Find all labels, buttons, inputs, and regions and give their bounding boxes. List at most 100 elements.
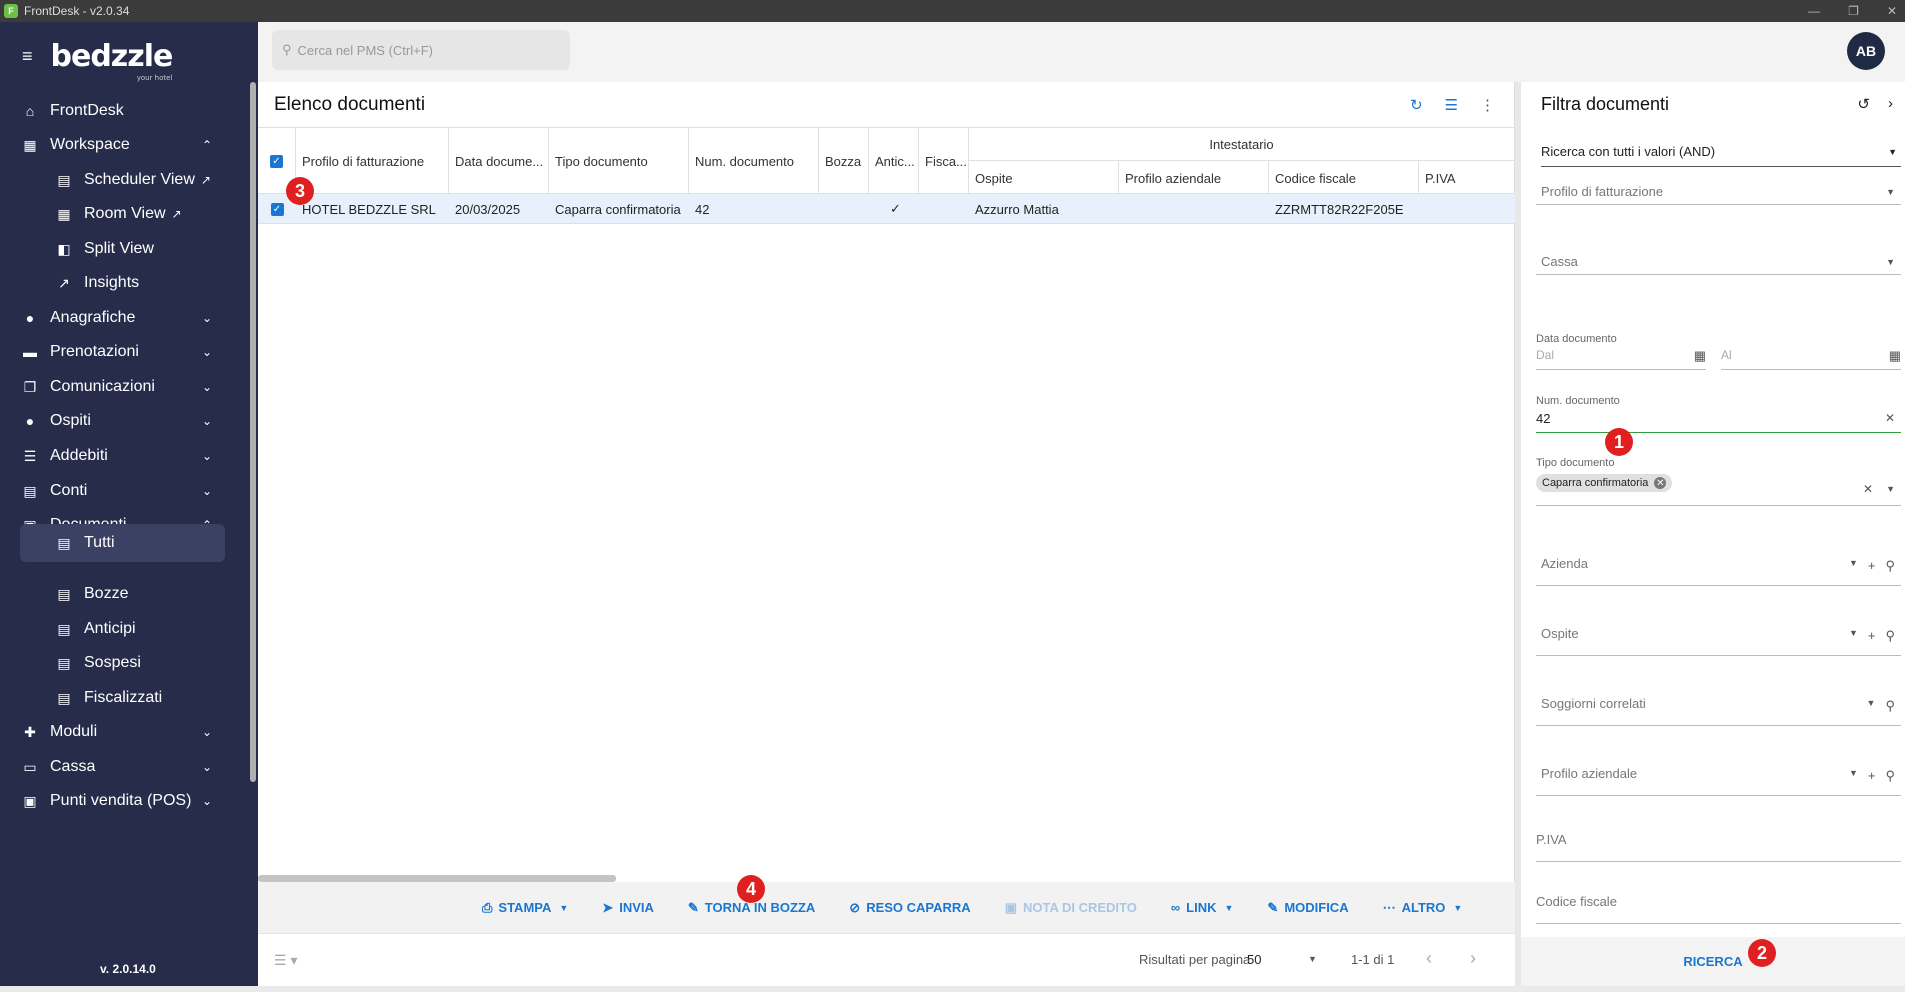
sidebar-item-prenotazioni[interactable]: ▬ Prenotazioni ⌄ — [0, 333, 250, 371]
sidebar-item-cassa[interactable]: ▭ Cassa ⌄ — [0, 748, 250, 786]
col-piva[interactable]: P.IVA — [1419, 161, 1515, 195]
caret-down-icon[interactable]: ▼ — [1867, 698, 1876, 714]
sidebar-item-fiscalizzati[interactable]: ▤ Fiscalizzati — [0, 679, 250, 717]
filter-mode-select[interactable]: Ricerca con tutti i valori (AND) ▼ — [1541, 137, 1901, 167]
clear-icon[interactable]: ✕ — [1885, 411, 1895, 425]
table-row[interactable]: ✓ HOTEL BEDZZLE SRL 20/03/2025 Caparra c… — [258, 194, 1515, 224]
sidebar-item-split-view[interactable]: ◧ Split View — [0, 230, 250, 268]
menu-icon[interactable]: ≡ — [22, 46, 33, 67]
horizontal-scrollbar[interactable] — [258, 875, 616, 882]
external-link-icon: ↗ — [200, 173, 211, 187]
al-field[interactable]: Al ▦ — [1721, 348, 1901, 370]
tipo-documento-field[interactable]: Caparra confirmatoria ✕ ✕ ▼ — [1536, 474, 1901, 506]
sidebar-item-room-view[interactable]: ▦ Room View ↗ — [0, 195, 250, 233]
list-view-icon[interactable]: ☰ ▾ — [274, 952, 297, 969]
dal-field[interactable]: Dal ▦ — [1536, 348, 1706, 370]
sidebar-item-comunicazioni[interactable]: ❐ Comunicazioni ⌄ — [0, 368, 250, 406]
col-profilo[interactable]: Profilo di fatturazione — [296, 128, 449, 195]
search-icon[interactable]: ⚲ — [1885, 698, 1895, 714]
altro-button[interactable]: ⋯ ALTRO ▼ — [1383, 900, 1463, 916]
col-profilo-aziendale[interactable]: Profilo aziendale — [1119, 161, 1269, 195]
refresh-icon[interactable]: ↻ — [1410, 96, 1423, 114]
add-icon[interactable]: + — [1868, 628, 1876, 644]
col-bozza[interactable]: Bozza — [819, 128, 869, 195]
sidebar-item-anagrafiche[interactable]: ● Anagrafiche ⌄ — [0, 299, 250, 337]
chip-caparra[interactable]: Caparra confirmatoria ✕ — [1536, 474, 1673, 492]
sidebar-item-addebiti[interactable]: ☰ Addebiti ⌄ — [0, 437, 250, 475]
ricerca-button[interactable]: RICERCA — [1683, 954, 1742, 969]
ospite-field[interactable]: Ospite ▼ + ⚲ — [1536, 626, 1901, 656]
azienda-field[interactable]: Azienda ▼ + ⚲ — [1536, 556, 1901, 586]
close-icon[interactable]: ✕ — [1887, 4, 1897, 18]
piva-field[interactable]: P.IVA — [1536, 832, 1901, 862]
dashboard-icon: ▦ — [23, 136, 37, 153]
sidebar-item-insights[interactable]: ↗ Insights — [0, 264, 250, 302]
sidebar-item-ospiti[interactable]: ● Ospiti ⌄ — [0, 402, 250, 440]
codice-fiscale-field[interactable]: Codice fiscale — [1536, 894, 1901, 924]
sidebar-item-pos[interactable]: ▣ Punti vendita (POS) ⌄ — [0, 782, 250, 820]
more-vert-icon[interactable]: ⋮ — [1480, 96, 1495, 114]
sidebar-item-moduli[interactable]: ✚ Moduli ⌄ — [0, 713, 250, 751]
col-num[interactable]: Num. documento — [689, 128, 819, 195]
reso-caparra-button[interactable]: ⊘ RESO CAPARRA — [849, 900, 970, 916]
next-page-icon[interactable]: › — [1470, 948, 1476, 969]
filter-icon[interactable]: ☰ — [1445, 96, 1458, 114]
soggiorni-field[interactable]: Soggiorni correlati ▼ ⚲ — [1536, 696, 1901, 726]
caret-down-icon[interactable]: ▼ — [1308, 954, 1317, 964]
search-input[interactable]: ⚲ Cerca nel PMS (Ctrl+F) — [272, 30, 570, 70]
modifica-button[interactable]: ✎ MODIFICA — [1267, 900, 1348, 916]
sidebar-item-scheduler-view[interactable]: ▤ Scheduler View ↗ — [0, 161, 250, 199]
doc-icon: ▤ — [57, 654, 71, 671]
sidebar-scrollbar[interactable] — [250, 82, 256, 782]
sidebar-item-workspace[interactable]: ▦ Workspace ⌃ — [0, 126, 250, 164]
rows-per-page-select[interactable]: 50 — [1247, 952, 1261, 967]
invia-button[interactable]: ➤ INVIA — [602, 900, 654, 916]
link-button[interactable]: ∞ LINK ▼ — [1171, 900, 1234, 915]
prev-page-icon[interactable]: ‹ — [1426, 948, 1432, 969]
add-icon[interactable]: + — [1868, 768, 1876, 784]
sidebar-item-conti[interactable]: ▤ Conti ⌄ — [0, 472, 250, 510]
caret-down-icon[interactable]: ▼ — [1849, 628, 1858, 644]
chevron-right-icon[interactable]: › — [1888, 95, 1893, 113]
documents-panel: Elenco documenti ↻ ☰ ⋮ ✓ Profilo di fatt… — [258, 82, 1515, 986]
col-data[interactable]: Data docume... — [449, 128, 549, 195]
annotation-badge-2: 2 — [1748, 939, 1776, 967]
annotation-badge-3: 3 — [286, 177, 314, 205]
caret-down-icon[interactable]: ▼ — [1849, 558, 1858, 574]
num-documento-field[interactable]: 42 ✕ — [1536, 411, 1901, 433]
search-icon[interactable]: ⚲ — [1885, 628, 1895, 644]
search-icon[interactable]: ⚲ — [1885, 558, 1895, 574]
caret-down-icon[interactable]: ▼ — [1886, 484, 1895, 494]
sidebar-item-sospesi[interactable]: ▤ Sospesi — [0, 644, 250, 682]
field-tools: ▼ + ⚲ — [1849, 628, 1895, 644]
table-footer: ☰ ▾ Risultati per pagina 50 ▼ 1-1 di 1 ‹… — [258, 933, 1515, 986]
sidebar-item-bozze[interactable]: ▤ Bozze — [0, 575, 250, 613]
col-ospite[interactable]: Ospite — [969, 161, 1119, 195]
search-icon[interactable]: ⚲ — [1885, 768, 1895, 784]
restore-icon[interactable]: ❐ — [1848, 4, 1859, 18]
sidebar-item-tutti[interactable]: ▤ Tutti — [20, 524, 225, 562]
col-codice-fiscale[interactable]: Codice fiscale — [1269, 161, 1419, 195]
calendar-icon[interactable]: ▦ — [1694, 348, 1706, 364]
split-icon: ◧ — [57, 240, 71, 257]
profilo-aziendale-field[interactable]: Profilo aziendale ▼ + ⚲ — [1536, 766, 1901, 796]
col-antic[interactable]: Antic... — [869, 128, 919, 195]
minimize-icon[interactable]: — — [1808, 4, 1820, 18]
avatar[interactable]: AB — [1847, 32, 1885, 70]
sidebar-item-anticipi[interactable]: ▤ Anticipi — [0, 610, 250, 648]
col-fisca[interactable]: Fisca... — [919, 128, 969, 195]
clear-icon[interactable]: ✕ — [1863, 482, 1873, 496]
calendar-icon[interactable]: ▦ — [1889, 348, 1901, 364]
chip-remove-icon[interactable]: ✕ — [1654, 477, 1667, 489]
reset-icon[interactable]: ↺ — [1857, 95, 1870, 113]
profilo-field[interactable]: Profilo di fatturazione ▼ — [1536, 175, 1901, 205]
chevron-down-icon: ⌄ — [201, 311, 212, 325]
stampa-button[interactable]: ⎙ STAMPA ▼ — [482, 900, 568, 916]
grid-icon: ▦ — [57, 205, 71, 222]
sidebar-item-frontdesk[interactable]: ⌂ FrontDesk — [0, 92, 250, 130]
cassa-field[interactable]: Cassa ▼ — [1536, 245, 1901, 275]
add-icon[interactable]: + — [1868, 558, 1876, 574]
col-tipo[interactable]: Tipo documento — [549, 128, 689, 195]
caret-down-icon[interactable]: ▼ — [1849, 768, 1858, 784]
nota-di-credito-button[interactable]: ▣ NOTA DI CREDITO — [1005, 900, 1137, 916]
